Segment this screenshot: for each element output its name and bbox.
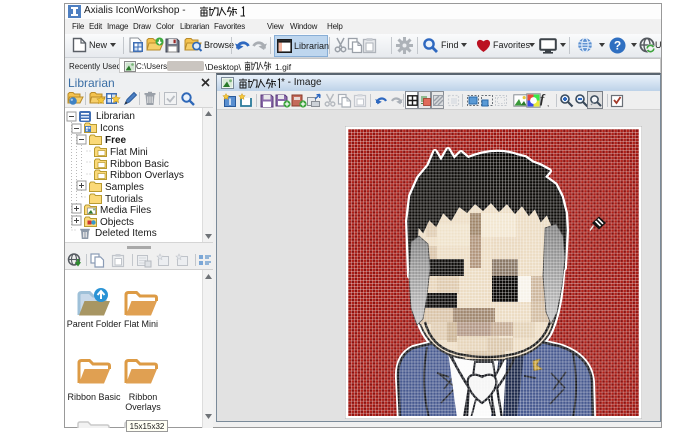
svg-text:Deleted Items: Deleted Items [95, 228, 157, 239]
svg-text:Samples: Samples [105, 182, 144, 193]
svg-text:Tutorials: Tutorials [105, 194, 143, 205]
svg-text:Media Files: Media Files [100, 205, 151, 216]
svg-text:Objects: Objects [100, 217, 134, 228]
svg-text:Librarian: Librarian [96, 111, 135, 122]
svg-text:I: I [229, 97, 232, 107]
svg-text:Ribbon Overlays: Ribbon Overlays [110, 170, 184, 181]
svg-text:Free: Free [105, 135, 127, 146]
svg-text:?: ? [614, 39, 621, 53]
svg-text:Icons: Icons [100, 123, 124, 134]
svg-text:Flat Mini: Flat Mini [110, 147, 148, 158]
svg-text:Ribbon Basic: Ribbon Basic [110, 159, 169, 170]
